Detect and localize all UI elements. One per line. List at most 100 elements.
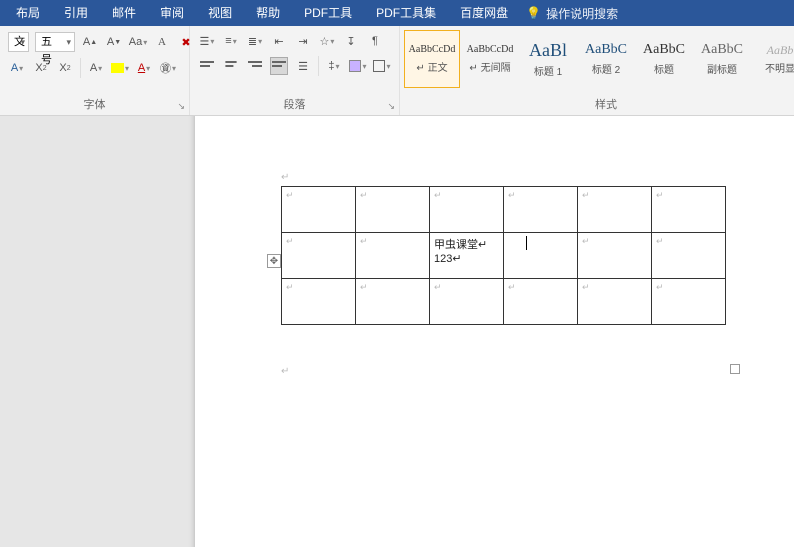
tab-review[interactable]: 审阅 [148, 0, 196, 26]
style-preview: AaBbC [643, 43, 685, 57]
tab-view[interactable]: 视图 [196, 0, 244, 26]
table-cell[interactable] [282, 279, 356, 325]
table-cell[interactable] [282, 233, 356, 279]
table-resize-handle[interactable] [730, 364, 740, 374]
separator [318, 56, 319, 76]
numbering-button[interactable]: ≡ [222, 32, 240, 50]
group-label-font: 字体 ↘ [0, 94, 189, 115]
style-preview: AaBbC [585, 43, 627, 57]
tab-help[interactable]: 帮助 [244, 0, 292, 26]
table-cell[interactable] [578, 279, 652, 325]
group-font: 文 五号 A▲ A▼ Aa A ✖ A X2 X2 A A ㊮ 字体 ↘ [0, 26, 190, 115]
lightbulb-icon: 💡 [526, 6, 541, 20]
table-row: 甲虫课堂↵ 123↵ [282, 233, 726, 279]
paragraph-mark: ↵ [281, 172, 289, 183]
group-styles: AaBbCcDd↵ 正文AaBbCcDd↵ 无间隔AaBl标题 1AaBbC标题… [400, 26, 794, 115]
shading-button[interactable] [349, 57, 367, 75]
align-justify-button[interactable] [270, 57, 288, 75]
table[interactable]: 甲虫课堂↵ 123↵ [281, 186, 726, 325]
subscript-button[interactable]: X2 [56, 59, 74, 77]
font-dialog-launcher[interactable]: ↘ [177, 101, 185, 112]
table-cell-cursor[interactable] [504, 233, 578, 279]
table-cell[interactable] [652, 279, 726, 325]
tell-me-placeholder: 操作说明搜索 [546, 5, 618, 22]
table-cell[interactable] [652, 233, 726, 279]
document-area: ↵ ✥ 甲虫课堂↵ 123↵ [0, 116, 794, 547]
table-cell[interactable] [578, 187, 652, 233]
table-cell[interactable] [356, 279, 430, 325]
text-effects-button[interactable]: A [8, 59, 26, 77]
character-shading-button[interactable]: A [87, 59, 105, 77]
style-preview: AaBb [767, 44, 794, 56]
style-label: ↵ 无间隔 [469, 59, 510, 74]
table-cell[interactable] [430, 279, 504, 325]
style-item-4[interactable]: AaBbC标题 [636, 30, 692, 88]
highlight-button[interactable] [111, 59, 129, 77]
group-label-paragraph: 段落 ↘ [190, 94, 399, 115]
style-label: ↵ 正文 [416, 59, 447, 74]
tab-pdf-tools[interactable]: PDF工具 [292, 0, 364, 26]
paragraph-dialog-launcher[interactable]: ↘ [387, 101, 395, 112]
cell-text: 123↵ [434, 253, 462, 265]
tab-mailings[interactable]: 邮件 [100, 0, 148, 26]
menubar: 布局 引用 邮件 审阅 视图 帮助 PDF工具 PDF工具集 百度网盘 💡 操作… [0, 0, 794, 26]
table-cell[interactable] [356, 233, 430, 279]
text-cursor [526, 236, 527, 250]
bullets-button[interactable]: ☰ [198, 32, 216, 50]
line-spacing-button[interactable]: ‡ [325, 57, 343, 75]
tab-layout[interactable]: 布局 [4, 0, 52, 26]
style-gallery[interactable]: AaBbCcDd↵ 正文AaBbCcDd↵ 无间隔AaBl标题 1AaBbC标题… [400, 26, 794, 88]
group-paragraph: ☰ ≡ ≣ ⇤ ⇥ ☆ ↧ ¶ ☰ ‡ 段落 [190, 26, 400, 115]
style-item-6[interactable]: AaBb 不明显 [752, 30, 794, 88]
table-cell[interactable] [504, 279, 578, 325]
borders-button[interactable] [373, 57, 391, 75]
distributed-button[interactable]: ☰ [294, 57, 312, 75]
enclose-characters-button[interactable]: ㊮ [159, 59, 177, 77]
style-item-0[interactable]: AaBbCcDd ↵ 正文 [404, 30, 460, 88]
multilevel-list-button[interactable]: ≣ [246, 32, 264, 50]
table-cell[interactable] [578, 233, 652, 279]
style-preview: AaBbC [701, 43, 743, 57]
group-label-styles: 样式 [400, 94, 794, 115]
increase-indent-button[interactable]: ⇥ [294, 32, 312, 50]
table-cell[interactable] [504, 187, 578, 233]
cell-text: 甲虫课堂↵ [434, 239, 487, 251]
change-case-button[interactable]: Aa [129, 33, 147, 51]
separator [80, 58, 81, 78]
table-cell[interactable] [282, 187, 356, 233]
table-row [282, 187, 726, 233]
style-item-1[interactable]: AaBbCcDd↵ 无间隔 [462, 30, 518, 88]
tell-me-search[interactable]: 💡 操作说明搜索 [526, 5, 618, 22]
table-row [282, 279, 726, 325]
align-center-button[interactable] [222, 57, 240, 75]
table-cell-active[interactable]: 甲虫课堂↵ 123↵ [430, 233, 504, 279]
font-color-button[interactable]: A [135, 59, 153, 77]
style-preview: AaBbCcDd [409, 45, 456, 55]
style-preview: AaBl [529, 41, 567, 59]
tab-references[interactable]: 引用 [52, 0, 100, 26]
style-item-5[interactable]: AaBbC副标题 [694, 30, 750, 88]
tab-pdf-toolset[interactable]: PDF工具集 [364, 0, 448, 26]
asian-layout-button[interactable]: ☆ [318, 32, 336, 50]
table-cell[interactable] [652, 187, 726, 233]
show-marks-button[interactable]: ¶ [366, 32, 384, 50]
font-family-dropdown[interactable]: 文 [8, 32, 29, 52]
style-label: 不明显 [765, 60, 794, 75]
align-left-button[interactable] [198, 57, 216, 75]
shrink-font-button[interactable]: A▼ [105, 33, 123, 51]
sort-button[interactable]: ↧ [342, 32, 360, 50]
paragraph-mark: ↵ [281, 366, 289, 377]
align-right-button[interactable] [246, 57, 264, 75]
table-cell[interactable] [430, 187, 504, 233]
grow-font-button[interactable]: A▲ [81, 33, 99, 51]
table-move-handle[interactable]: ✥ [267, 254, 281, 268]
style-item-3[interactable]: AaBbC标题 2 [578, 30, 634, 88]
page[interactable]: ↵ ✥ 甲虫课堂↵ 123↵ [195, 116, 794, 547]
decrease-indent-button[interactable]: ⇤ [270, 32, 288, 50]
style-item-2[interactable]: AaBl标题 1 [520, 30, 576, 88]
tab-baidu-netdisk[interactable]: 百度网盘 [448, 0, 520, 26]
ribbon: 文 五号 A▲ A▼ Aa A ✖ A X2 X2 A A ㊮ 字体 ↘ [0, 26, 794, 116]
table-cell[interactable] [356, 187, 430, 233]
font-size-dropdown[interactable]: 五号 [35, 32, 75, 52]
phonetic-guide-button[interactable]: A [153, 33, 171, 51]
